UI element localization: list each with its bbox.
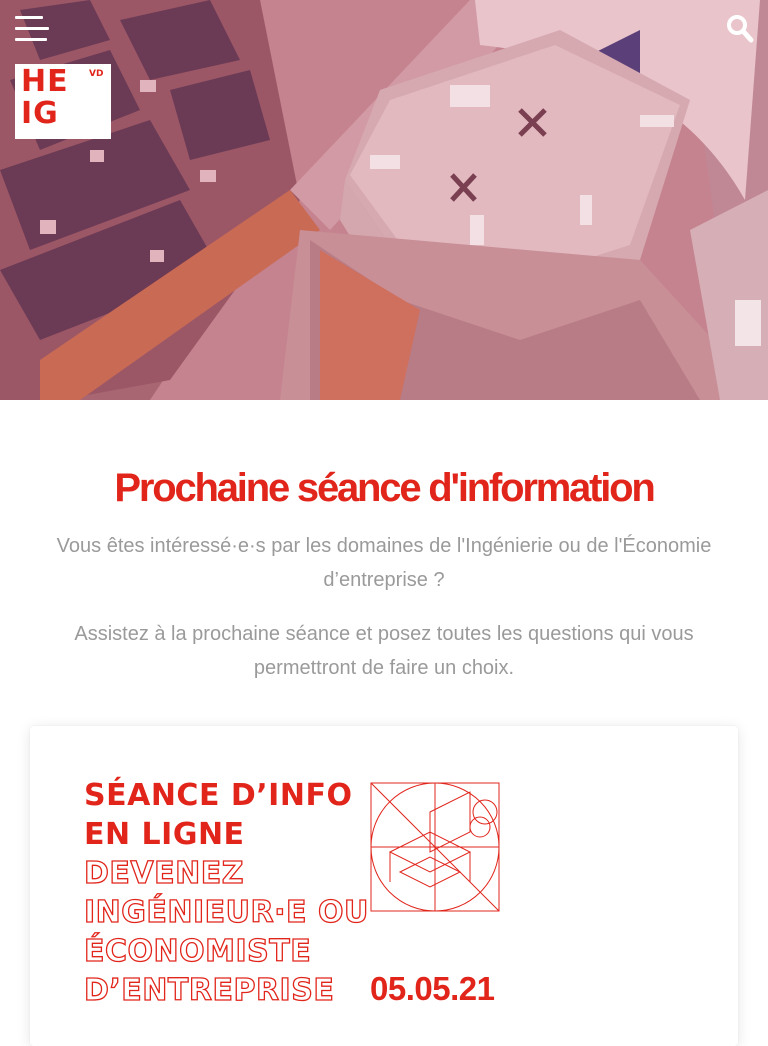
cta-paragraph: Assistez à la prochaine séance et posez … <box>74 623 694 679</box>
info-session-card[interactable]: Séance d’info en ligne Devenez ingénieur… <box>30 726 738 1046</box>
session-date: 05.05.21 <box>370 970 495 1007</box>
hero-banner: HE IG VD <box>0 0 768 400</box>
card-line-2: en ligne <box>84 817 245 852</box>
menu-button[interactable] <box>15 14 49 46</box>
logo-line2: IG <box>21 96 59 131</box>
info-session-section: Prochaine séance d'information Vous êtes… <box>0 400 768 685</box>
card-line-4: ingénieur·e ou <box>83 894 369 930</box>
card-headline: Séance d’info en ligne Devenez ingénieur… <box>83 776 369 1010</box>
heig-vd-logo[interactable]: HE IG VD <box>15 64 111 139</box>
card-line-1: Séance d’info <box>84 778 353 813</box>
card-line-3: Devenez <box>83 855 244 891</box>
architectural-graphic <box>370 782 500 912</box>
card-line-5: économiste <box>83 933 312 969</box>
logo-superscript: VD <box>89 69 104 79</box>
logo-letters: HE IG <box>21 66 69 130</box>
card-line-6: d’entreprise <box>83 972 335 1008</box>
search-icon[interactable] <box>726 14 754 44</box>
hamburger-menu-icon <box>15 16 43 19</box>
section-title: Prochaine séance d'information <box>114 466 655 510</box>
hamburger-line <box>15 27 49 30</box>
intro-paragraph: Vous êtes intéressé·e·s par les domaines… <box>56 535 712 591</box>
campus-aerial-photo <box>0 0 768 400</box>
logo-line1: HE <box>21 64 69 99</box>
hamburger-line <box>15 38 47 41</box>
